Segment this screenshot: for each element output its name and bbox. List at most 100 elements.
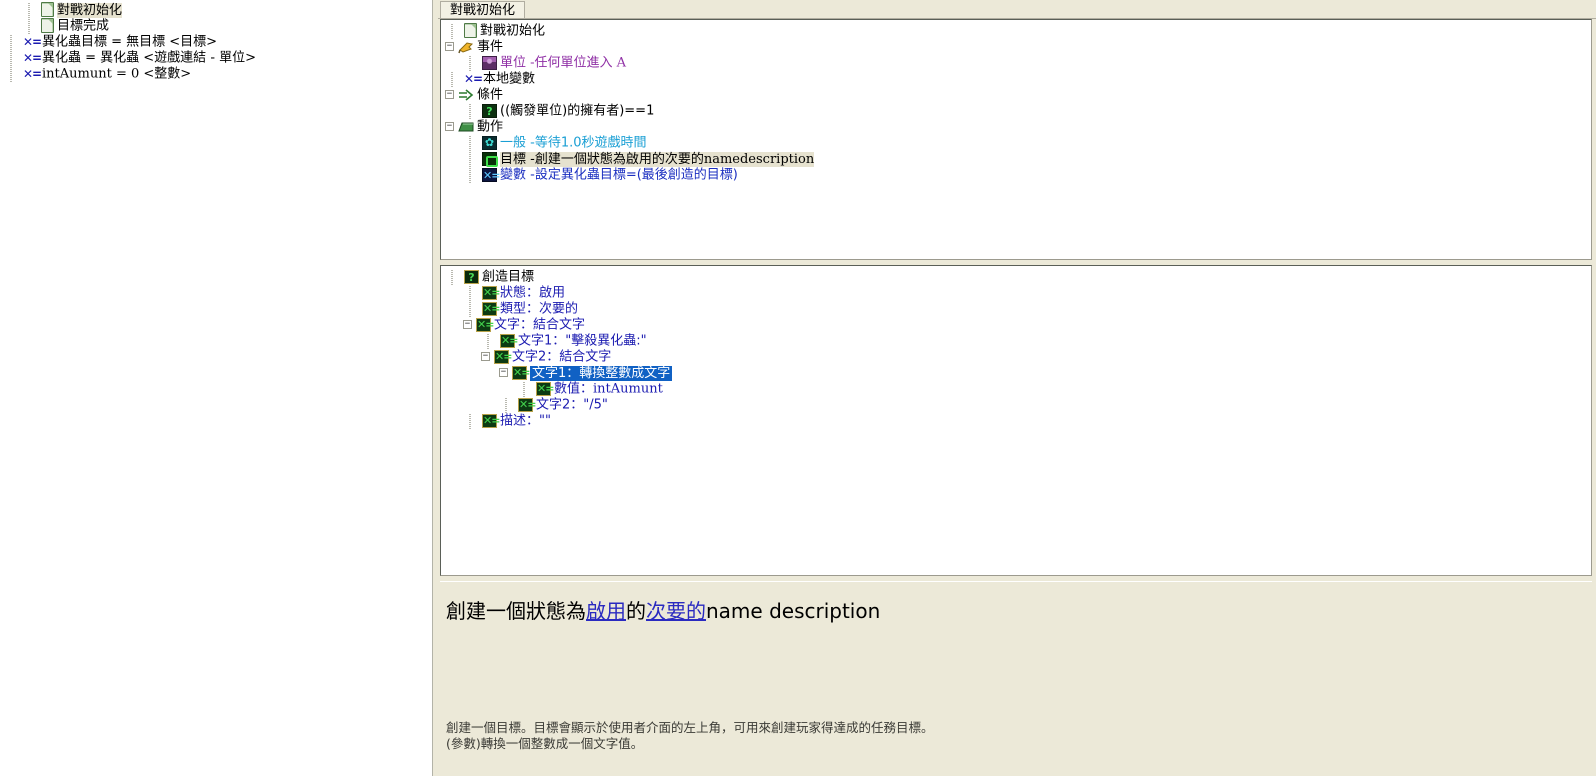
tree-node[interactable]: 文字2："/5" [445, 397, 1591, 414]
list-item[interactable]: 目標完成 [4, 18, 432, 35]
trigger-list-pane[interactable]: 對戰初始化目標完成異化蟲目標 = 無目標 <目標>異化蟲 = 異化蟲 <遊戲連結… [0, 0, 433, 776]
collapse-toggle-icon[interactable]: − [445, 122, 454, 131]
tree-node[interactable]: 一般 -等待1.0秒遊戲時間 [445, 135, 1591, 152]
tree-node[interactable]: − 文字1：轉換整數成文字 [445, 365, 1591, 381]
tree-node[interactable]: 創造目標 [445, 269, 1591, 286]
tree-node[interactable]: − 條件 [445, 87, 1591, 103]
tree-guide-line [445, 269, 464, 286]
tree-node-label: 目標 -創建一個狀態為啟用的次要的namedescription [500, 151, 815, 167]
tree-node[interactable]: 狀態：啟用 [445, 285, 1591, 302]
variable-icon [23, 35, 39, 49]
tree-guide-line [481, 333, 500, 350]
list-item[interactable]: 異化蟲目標 = 無目標 <目標> [4, 34, 432, 51]
tree-guide-line [445, 23, 464, 40]
help-line: (參數)轉換一個整數成一個文字值。 [446, 736, 644, 751]
sentence-link[interactable]: 次要的 [646, 599, 706, 623]
arrow-icon [458, 88, 474, 102]
collapse-toggle-icon[interactable]: − [499, 368, 508, 377]
greenx-icon [536, 381, 551, 396]
sentence-link[interactable]: 啟用 [586, 599, 626, 623]
greenx-icon [482, 301, 497, 316]
question-green-icon [464, 269, 479, 284]
sentence-text: name description [706, 599, 881, 623]
sentence-text: 創建一個狀態為 [446, 599, 586, 623]
tree-guide-line [463, 103, 482, 120]
list-item-label: intAumunt = 0 <整數> [42, 66, 192, 82]
list-item[interactable]: 異化蟲 = 異化蟲 <遊戲連結 - 單位> [4, 50, 432, 67]
trigger-structure-tree[interactable]: 對戰初始化 − 事件單位 -任何單位進入 A本地變數 − 條件((觸發單位)的擁有者)=… [441, 20, 1591, 184]
tree-guide-line [4, 34, 23, 51]
tree-node-prefix: 目標 [500, 151, 531, 167]
tree-node-label: 動作 [477, 120, 503, 135]
tree-node[interactable]: 單位 -任何單位進入 A [445, 55, 1591, 72]
description-panel: 創建一個狀態為啟用的次要的name description 創建一個目標。目標會… [440, 581, 1592, 776]
tree-node-label: 文字1："擊殺異化蟲:" [518, 334, 647, 349]
tree-node[interactable]: 文字1："擊殺異化蟲:" [445, 333, 1591, 350]
tree-node[interactable]: 目標 -創建一個狀態為啟用的次要的namedescription [445, 151, 1591, 168]
parameter-tree[interactable]: 創造目標狀態：啟用類型：次要的−文字：結合文字文字1："擊殺異化蟲:"−文字2：… [441, 266, 1591, 430]
tree-node[interactable]: 類型：次要的 [445, 301, 1591, 318]
list-item[interactable]: intAumunt = 0 <整數> [4, 66, 432, 83]
trigger-editor-window: 對戰初始化目標完成異化蟲目標 = 無目標 <目標>異化蟲 = 異化蟲 <遊戲連結… [0, 0, 1596, 776]
tree-node-text: 描述："" [500, 413, 551, 429]
tree-node-text: ((觸發單位)的擁有者)==1 [500, 103, 655, 119]
greenx-icon [476, 317, 491, 332]
tree-node-text: -等待1.0秒遊戲時間 [530, 135, 647, 151]
list-item[interactable]: 對戰初始化 [4, 2, 432, 19]
tree-node-label: 變數 -設定異化蟲目標=(最後創造的目標) [500, 168, 738, 183]
collapse-toggle-icon[interactable]: − [481, 352, 490, 361]
tree-node-text: 文字1：轉換整數成文字 [530, 365, 673, 381]
tree-node[interactable]: 數值：intAumunt [445, 381, 1591, 398]
tree-node-prefix: 一般 [500, 135, 531, 151]
list-item-label: 目標完成 [57, 18, 110, 34]
tree-node-text: 狀態：啟用 [500, 285, 566, 301]
greenx-icon [512, 365, 527, 380]
tree-node[interactable]: 對戰初始化 [445, 23, 1591, 40]
list-item-label: 對戰初始化 [57, 2, 123, 18]
greenx-icon [518, 397, 533, 412]
action-icon [458, 120, 474, 133]
tree-node[interactable]: − 動作 [445, 119, 1591, 135]
tree-node-text: 文字：結合文字 [494, 317, 586, 333]
trigger-list-tree[interactable]: 對戰初始化目標完成異化蟲目標 = 無目標 <目標>異化蟲 = 異化蟲 <遊戲連結… [0, 0, 432, 83]
parameter-panel[interactable]: 創造目標狀態：啟用類型：次要的−文字：結合文字文字1："擊殺異化蟲:"−文字2：… [440, 265, 1592, 576]
tree-node[interactable]: − 事件 [445, 39, 1591, 55]
action-sentence[interactable]: 創建一個狀態為啟用的次要的name description [446, 595, 880, 624]
greenx-icon [494, 349, 509, 364]
trigger-structure-panel[interactable]: 對戰初始化 − 事件單位 -任何單位進入 A本地變數 − 條件((觸發單位)的擁有者)=… [440, 19, 1592, 260]
sentence-text: 的 [626, 599, 646, 623]
goal-icon [482, 151, 498, 167]
tree-node[interactable]: 本地變數 [445, 71, 1591, 88]
collapse-toggle-icon[interactable]: − [463, 320, 472, 329]
tree-node-text: 本地變數 [483, 71, 536, 87]
tree-node-label: 事件 [477, 40, 503, 55]
tree-node-label: 本地變數 [483, 72, 535, 87]
tree-node[interactable]: 變數 -設定異化蟲目標=(最後創造的目標) [445, 167, 1591, 184]
greenx-icon [482, 413, 497, 428]
help-text: 創建一個目標。目標會顯示於使用者介面的左上角，可用來創建玩家得達成的任務目標。(… [446, 720, 1546, 752]
collapse-toggle-icon[interactable]: − [445, 90, 454, 99]
tree-guide-line [499, 397, 518, 414]
tree-node-text: 文字1："擊殺異化蟲:" [518, 333, 647, 349]
tree-guide-line [463, 55, 482, 72]
document-icon [41, 2, 54, 17]
tree-node[interactable]: − 文字：結合文字 [445, 317, 1591, 333]
tree-node-label: 文字2：結合文字 [512, 350, 611, 365]
tree-node[interactable]: 描述："" [445, 413, 1591, 430]
collapse-toggle-icon[interactable]: − [445, 42, 454, 51]
tree-node-text: -任何單位進入 A [530, 55, 627, 71]
tree-node-text: 條件 [477, 87, 504, 103]
tree-guide-line [463, 167, 482, 184]
tree-node-text: 動作 [477, 119, 504, 135]
tab-battle-init[interactable]: 對戰初始化 [440, 1, 526, 19]
help-line: 創建一個目標。目標會顯示於使用者介面的左上角，可用來創建玩家得達成的任務目標。 [446, 720, 934, 735]
unit-icon [482, 55, 497, 70]
tree-node[interactable]: ((觸發單位)的擁有者)==1 [445, 103, 1591, 120]
tree-node-label: 條件 [477, 88, 503, 103]
gear-icon [482, 135, 497, 150]
variable-icon [23, 67, 39, 81]
list-item-label: 異化蟲目標 = 無目標 <目標> [42, 34, 218, 50]
tree-node-text: 文字2："/5" [536, 397, 608, 413]
tree-node[interactable]: − 文字2：結合文字 [445, 349, 1591, 365]
tree-guide-line [463, 301, 482, 318]
